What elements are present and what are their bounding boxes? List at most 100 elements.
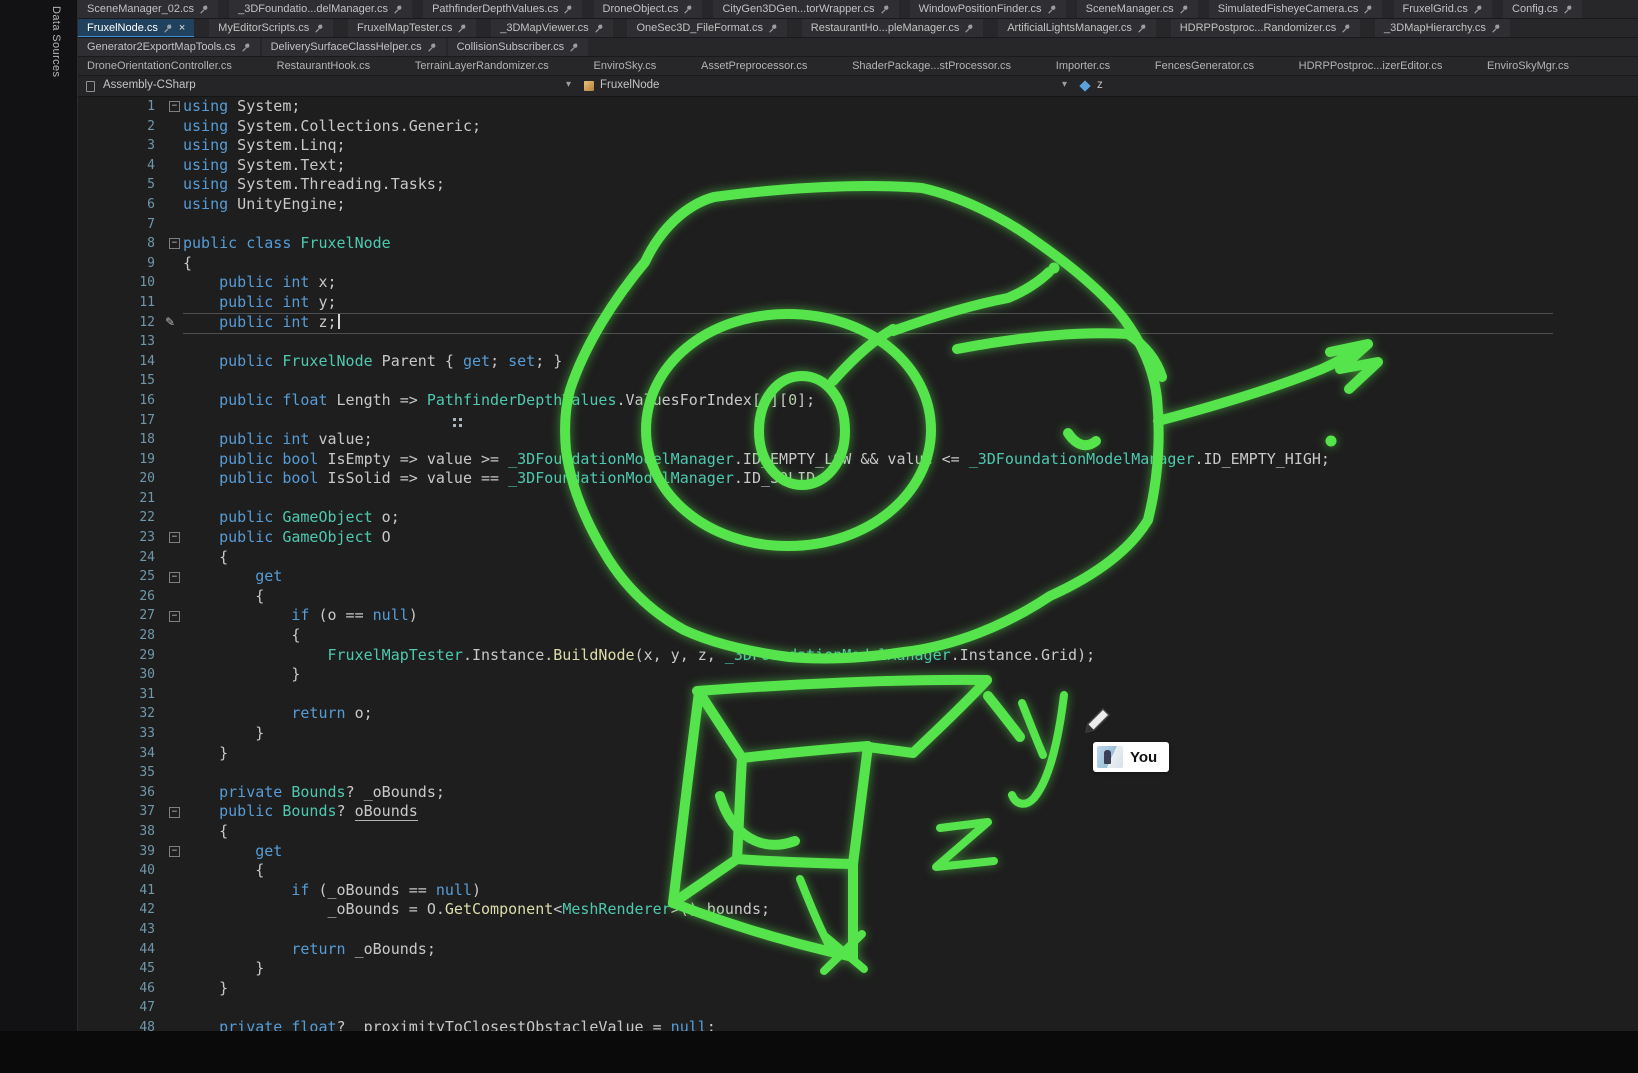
fold-margin[interactable] xyxy=(155,900,183,920)
fold-margin[interactable] xyxy=(155,822,183,842)
fold-margin[interactable] xyxy=(155,548,183,568)
code-line-30[interactable]: 30 } xyxy=(78,665,1638,685)
tab-scenemanager-cs[interactable]: SceneManager.cs xyxy=(1077,0,1198,18)
code-line-28[interactable]: 28 { xyxy=(78,626,1638,646)
fold-margin[interactable] xyxy=(155,411,183,431)
code-line-9[interactable]: 9{ xyxy=(78,254,1638,274)
code-line-15[interactable]: 15 xyxy=(78,371,1638,391)
pin-icon[interactable] xyxy=(1137,23,1147,33)
tab-scenemanager-02-cs[interactable]: SceneManager_02.cs xyxy=(78,0,218,18)
fold-collapse-icon[interactable]: − xyxy=(169,238,180,249)
pin-icon[interactable] xyxy=(594,23,604,33)
fold-collapse-icon[interactable]: − xyxy=(169,101,180,112)
code-line-36[interactable]: 36 private Bounds? _oBounds; xyxy=(78,783,1638,803)
code-line-1[interactable]: 1−using System; xyxy=(78,97,1638,117)
fold-margin[interactable] xyxy=(155,920,183,940)
pin-icon[interactable] xyxy=(880,4,890,14)
fold-margin[interactable] xyxy=(155,391,183,411)
tab-restaurantho-plemanager-cs[interactable]: RestaurantHo...pleManager.cs xyxy=(802,19,984,37)
tab-hdrppostproc-randomizer-cs[interactable]: HDRPPostproc...Randomizer.cs xyxy=(1171,19,1361,37)
tab--3dfoundatio-delmanager-cs[interactable]: _3DFoundatio...delManager.cs xyxy=(229,0,412,18)
pin-icon[interactable] xyxy=(163,23,173,33)
fold-collapse-icon[interactable]: − xyxy=(169,846,180,857)
tab-assetpreprocessor-cs[interactable]: AssetPreprocessor.cs xyxy=(692,57,816,75)
fold-margin[interactable] xyxy=(155,763,183,783)
fold-margin[interactable]: − xyxy=(155,606,183,626)
code-line-25[interactable]: 25− get xyxy=(78,567,1638,587)
fold-margin[interactable] xyxy=(155,175,183,195)
pin-icon[interactable] xyxy=(1047,4,1057,14)
fold-margin[interactable] xyxy=(155,371,183,391)
code-line-31[interactable]: 31 xyxy=(78,685,1638,705)
code-line-37[interactable]: 37− public Bounds? oBounds xyxy=(78,802,1638,822)
fold-margin[interactable] xyxy=(155,352,183,372)
fold-margin[interactable] xyxy=(155,332,183,352)
fold-margin[interactable] xyxy=(155,587,183,607)
fold-margin[interactable] xyxy=(155,430,183,450)
code-line-16[interactable]: 16 public float Length => PathfinderDept… xyxy=(78,391,1638,411)
fold-margin[interactable]: − xyxy=(155,567,183,587)
tab-myeditorscripts-cs[interactable]: MyEditorScripts.cs xyxy=(209,19,333,37)
tab--3dmapviewer-cs[interactable]: _3DMapViewer.cs xyxy=(491,19,612,37)
code-line-38[interactable]: 38 { xyxy=(78,822,1638,842)
tab-envirosky-cs[interactable]: EnviroSky.cs xyxy=(585,57,666,75)
code-line-12[interactable]: 12✎ public int z; xyxy=(78,313,1638,333)
pin-icon[interactable] xyxy=(964,23,974,33)
pin-icon[interactable] xyxy=(1473,4,1483,14)
code-editor[interactable]: 1−using System;2using System.Collections… xyxy=(78,97,1638,1073)
tab-generator2exportmaptools-cs[interactable]: Generator2ExportMapTools.cs xyxy=(78,38,260,56)
tab-fruxelmaptester-cs[interactable]: FruxelMapTester.cs xyxy=(348,19,476,37)
fold-collapse-icon[interactable]: − xyxy=(169,572,180,583)
fold-margin[interactable]: ✎ xyxy=(155,313,183,333)
pin-icon[interactable] xyxy=(393,4,403,14)
fold-collapse-icon[interactable]: − xyxy=(169,807,180,818)
code-line-10[interactable]: 10 public int x; xyxy=(78,273,1638,293)
tab-deliverysurfaceclasshelper-cs[interactable]: DeliverySurfaceClassHelper.cs xyxy=(262,38,446,56)
fold-margin[interactable] xyxy=(155,273,183,293)
code-line-4[interactable]: 4using System.Text; xyxy=(78,156,1638,176)
sidebar-tab-data-sources[interactable]: Data Sources xyxy=(50,6,62,77)
close-icon[interactable]: × xyxy=(179,22,185,34)
fold-margin[interactable] xyxy=(155,744,183,764)
fold-collapse-icon[interactable]: − xyxy=(169,532,180,543)
fold-margin[interactable]: − xyxy=(155,234,183,254)
code-line-39[interactable]: 39− get xyxy=(78,842,1638,862)
code-line-26[interactable]: 26 { xyxy=(78,587,1638,607)
tab-fencesgenerator-cs[interactable]: FencesGenerator.cs xyxy=(1146,57,1263,75)
code-line-44[interactable]: 44 return _oBounds; xyxy=(78,940,1638,960)
fold-margin[interactable]: − xyxy=(155,802,183,822)
fold-collapse-icon[interactable]: − xyxy=(169,611,180,622)
code-line-45[interactable]: 45 } xyxy=(78,959,1638,979)
fold-margin[interactable] xyxy=(155,704,183,724)
fold-margin[interactable] xyxy=(155,940,183,960)
pin-icon[interactable] xyxy=(1179,4,1189,14)
pin-icon[interactable] xyxy=(768,23,778,33)
code-line-41[interactable]: 41 if (_oBounds == null) xyxy=(78,881,1638,901)
code-line-23[interactable]: 23− public GameObject O xyxy=(78,528,1638,548)
code-line-33[interactable]: 33 } xyxy=(78,724,1638,744)
fold-margin[interactable] xyxy=(155,254,183,274)
fold-margin[interactable] xyxy=(155,489,183,509)
fold-margin[interactable] xyxy=(155,469,183,489)
code-line-3[interactable]: 3using System.Linq; xyxy=(78,136,1638,156)
breadcrumb-project[interactable]: Assembly-CSharp xyxy=(103,79,196,91)
tab-enviroskymgr-cs[interactable]: EnviroSkyMgr.cs xyxy=(1478,57,1578,75)
fold-margin[interactable] xyxy=(155,215,183,235)
tab-artificiallightsmanager-cs[interactable]: ArtificialLightsManager.cs xyxy=(998,19,1156,37)
code-line-20[interactable]: 20 public bool IsSolid => value == _3DFo… xyxy=(78,469,1638,489)
code-line-5[interactable]: 5using System.Threading.Tasks; xyxy=(78,175,1638,195)
tab-shaderpackage-stprocessor-cs[interactable]: ShaderPackage...stProcessor.cs xyxy=(843,57,1020,75)
tab--3dmaphierarchy-cs[interactable]: _3DMapHierarchy.cs xyxy=(1375,19,1510,37)
pin-icon[interactable] xyxy=(199,4,209,14)
fold-margin[interactable]: − xyxy=(155,97,183,117)
tab-fruxelgrid-cs[interactable]: FruxelGrid.cs xyxy=(1394,0,1492,18)
pin-icon[interactable] xyxy=(683,4,693,14)
tab-collisionsubscriber-cs[interactable]: CollisionSubscriber.cs xyxy=(448,38,589,56)
pin-icon[interactable] xyxy=(1491,23,1501,33)
tab-droneobject-cs[interactable]: DroneObject.cs xyxy=(594,0,703,18)
fold-margin[interactable] xyxy=(155,195,183,215)
fold-margin[interactable] xyxy=(155,979,183,999)
code-line-34[interactable]: 34 } xyxy=(78,744,1638,764)
code-line-18[interactable]: 18 public int value; xyxy=(78,430,1638,450)
tab-importer-cs[interactable]: Importer.cs xyxy=(1047,57,1119,75)
